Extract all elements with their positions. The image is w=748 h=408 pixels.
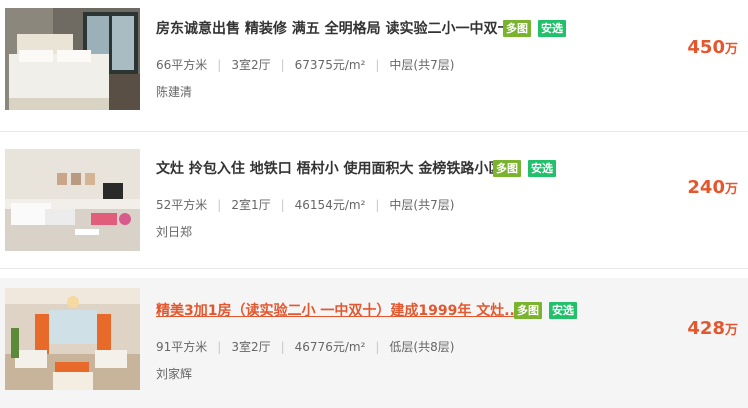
divider: | bbox=[280, 58, 285, 72]
listing-meta: 91平方米 | 3室2厅 | 46776元/m² | 低层(共8层) bbox=[156, 339, 454, 355]
listing-photo[interactable] bbox=[5, 288, 140, 390]
agent-name[interactable]: 刘日郑 bbox=[156, 224, 192, 240]
listing-item[interactable]: 房东诚意出售 精装修 满五 全明格局 读实验二小一中双十 多图 安选 66平方米… bbox=[0, 0, 748, 128]
multi-photo-badge: 多图 bbox=[514, 302, 542, 319]
price-unit: 万 bbox=[724, 323, 738, 338]
price-unit: 万 bbox=[724, 42, 738, 57]
agent-name[interactable]: 刘家辉 bbox=[156, 366, 192, 382]
living-room-photo-image bbox=[5, 149, 140, 251]
listing-list: 房东诚意出售 精装修 满五 全明格局 读实验二小一中双十 多图 安选 66平方米… bbox=[0, 0, 748, 408]
listing-unit-price: 46154元/m² bbox=[294, 198, 366, 212]
listing-title[interactable]: 房东诚意出售 精装修 满五 全明格局 读实验二小一中双十 bbox=[156, 20, 512, 38]
living-room-photo-image bbox=[5, 288, 140, 390]
divider: | bbox=[217, 340, 222, 354]
divider: | bbox=[217, 198, 222, 212]
listing-meta: 66平方米 | 3室2厅 | 67375元/m² | 中层(共7层) bbox=[156, 57, 454, 73]
listing-price: 428万 bbox=[687, 318, 738, 339]
listing-layout: 3室2厅 bbox=[231, 58, 271, 72]
price-unit: 万 bbox=[724, 182, 738, 197]
listing-floor: 中层(共7层) bbox=[389, 198, 455, 212]
listing-price: 240万 bbox=[687, 177, 738, 198]
divider: | bbox=[280, 198, 285, 212]
multi-photo-badge: 多图 bbox=[503, 20, 531, 37]
divider: | bbox=[375, 340, 380, 354]
listing-title[interactable]: 文灶 拎包入住 地铁口 梧村小 使用面积大 金榜铁路小区 bbox=[156, 160, 502, 178]
listing-meta: 52平方米 | 2室1厅 | 46154元/m² | 中层(共7层) bbox=[156, 197, 454, 213]
divider: | bbox=[375, 198, 380, 212]
listing-area: 91平方米 bbox=[156, 340, 208, 354]
listing-photo[interactable] bbox=[5, 149, 140, 251]
listing-area: 52平方米 bbox=[156, 198, 208, 212]
listing-price: 450万 bbox=[687, 37, 738, 58]
listing-layout: 2室1厅 bbox=[231, 198, 271, 212]
price-value: 240 bbox=[687, 177, 725, 198]
anxuan-badge: 安选 bbox=[549, 302, 577, 319]
divider: | bbox=[280, 340, 285, 354]
listing-layout: 3室2厅 bbox=[231, 340, 271, 354]
listing-item[interactable]: 文灶 拎包入住 地铁口 梧村小 使用面积大 金榜铁路小区 多图 安选 52平方米… bbox=[0, 140, 748, 264]
divider: | bbox=[217, 58, 222, 72]
row-divider bbox=[0, 131, 748, 132]
bedroom-photo-image bbox=[5, 8, 140, 110]
listing-unit-price: 67375元/m² bbox=[294, 58, 366, 72]
anxuan-badge: 安选 bbox=[538, 20, 566, 37]
multi-photo-badge: 多图 bbox=[493, 160, 521, 177]
price-value: 450 bbox=[687, 37, 725, 58]
listing-item[interactable]: 精美3加1房（读实验二小 一中双十）建成1999年 文灶... 多图 安选 91… bbox=[0, 278, 748, 408]
divider: | bbox=[375, 58, 380, 72]
anxuan-badge: 安选 bbox=[528, 160, 556, 177]
listing-floor: 低层(共8层) bbox=[389, 340, 455, 354]
listing-floor: 中层(共7层) bbox=[389, 58, 455, 72]
row-divider bbox=[0, 268, 748, 269]
listing-unit-price: 46776元/m² bbox=[294, 340, 366, 354]
agent-name[interactable]: 陈建清 bbox=[156, 84, 192, 100]
listing-photo[interactable] bbox=[5, 8, 140, 110]
listing-title[interactable]: 精美3加1房（读实验二小 一中双十）建成1999年 文灶... bbox=[156, 302, 520, 320]
listing-area: 66平方米 bbox=[156, 58, 208, 72]
price-value: 428 bbox=[687, 318, 725, 339]
